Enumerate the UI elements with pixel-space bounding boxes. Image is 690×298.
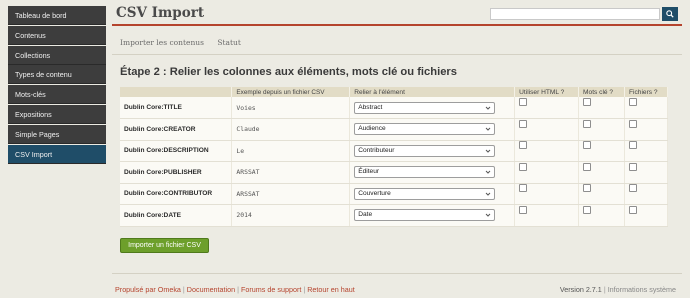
footer-links: Propulsé par Omeka | Documentation | Forums … <box>115 285 355 294</box>
use-html-checkbox[interactable] <box>519 119 528 128</box>
subnav-divider <box>112 54 682 55</box>
element-name: Dublin Core:TITLE <box>120 97 233 119</box>
step-title: Étape 2 : Relier les colonnes aux élémen… <box>120 66 457 78</box>
table-row: Dublin Core:CONTRIBUTOR ARSSAT Couverture <box>120 183 669 205</box>
files-checkbox[interactable] <box>628 98 637 106</box>
page-title: CSV Import <box>116 5 205 21</box>
sidebar: Tableau de bord Contenus Collections Typ… <box>8 6 106 164</box>
system-info-link[interactable]: Informations système <box>608 285 676 294</box>
use-html-checkbox[interactable] <box>519 184 528 193</box>
element-select[interactable]: Abstract <box>354 101 496 114</box>
files-checkbox[interactable] <box>628 162 637 171</box>
tags-checkbox[interactable] <box>583 184 592 193</box>
sidebar-item-dashboard[interactable]: Tableau de bord <box>8 6 106 25</box>
chevron-down-icon <box>485 126 491 132</box>
header: CSV Import <box>112 0 682 26</box>
element-select-value: Couverture <box>358 189 391 197</box>
header-files: Fichiers ? <box>624 87 669 97</box>
version-text: Version 2.7.1 <box>559 285 602 294</box>
example-value: Claude <box>231 118 351 141</box>
sidebar-item-tags[interactable]: Mots-clés <box>8 85 106 105</box>
element-select[interactable]: Couverture <box>354 187 496 200</box>
table-row: Dublin Core:DATE 2014 Date <box>120 204 669 227</box>
use-html-checkbox[interactable] <box>519 205 528 214</box>
use-html-checkbox[interactable] <box>519 98 528 106</box>
import-csv-button[interactable]: Importer un fichier CSV <box>120 238 209 253</box>
element-name: Dublin Core:CREATOR <box>120 118 233 141</box>
header-tags: Mots clé ? <box>578 87 625 97</box>
subnav-import-items[interactable]: Importer les contenus <box>120 38 204 47</box>
element-select-value: Contributeur <box>358 146 395 154</box>
search-icon <box>666 10 674 18</box>
chevron-down-icon <box>485 212 491 218</box>
element-select[interactable]: Éditeur <box>354 166 496 179</box>
header-example: Exemple depuis un fichier CSV <box>231 87 351 97</box>
tags-checkbox[interactable] <box>583 98 592 106</box>
chevron-down-icon <box>485 169 491 175</box>
example-value: 2014 <box>231 204 351 227</box>
tags-checkbox[interactable] <box>583 141 592 150</box>
subnav-status[interactable]: Statut <box>217 38 240 47</box>
subnav: Importer les contenus Statut <box>120 38 252 47</box>
tags-checkbox[interactable] <box>583 119 592 128</box>
footer-divider <box>112 273 682 274</box>
files-checkbox[interactable] <box>628 205 637 214</box>
element-name: Dublin Core:DATE <box>120 204 233 227</box>
footer-powered-link[interactable]: Propulsé par Omeka <box>115 285 181 294</box>
example-value: ARSSAT <box>231 183 351 205</box>
sidebar-item-item-types[interactable]: Types de contenu <box>8 65 106 85</box>
chevron-down-icon <box>485 191 491 197</box>
search-input[interactable] <box>490 8 660 20</box>
table-row: Dublin Core:TITLE Voies Abstract <box>120 97 669 119</box>
element-select[interactable]: Audience <box>354 123 496 136</box>
use-html-checkbox[interactable] <box>519 141 528 150</box>
element-select-value: Abstract <box>358 103 383 111</box>
files-checkbox[interactable] <box>628 141 637 150</box>
example-value: Le <box>231 140 351 162</box>
element-name: Dublin Core:PUBLISHER <box>120 161 233 184</box>
use-html-checkbox[interactable] <box>519 162 528 171</box>
example-value: ARSSAT <box>231 161 351 184</box>
table-row: Dublin Core:PUBLISHER ARSSAT Éditeur <box>120 161 669 184</box>
tags-checkbox[interactable] <box>583 205 592 214</box>
element-name: Dublin Core:CONTRIBUTOR <box>120 183 233 205</box>
sidebar-item-exhibits[interactable]: Expositions <box>8 104 106 124</box>
header-use-html: Utiliser HTML ? <box>514 87 580 97</box>
element-select[interactable]: Date <box>354 209 496 222</box>
chevron-down-icon <box>485 105 491 111</box>
footer-version: Version 2.7.1 | Informations système <box>559 285 676 294</box>
element-select-value: Date <box>358 211 373 219</box>
sidebar-item-items[interactable]: Contenus <box>8 25 106 45</box>
table-row: Dublin Core:CREATOR Claude Audience <box>120 118 669 141</box>
element-select-value: Éditeur <box>358 168 380 176</box>
header-element <box>120 87 233 97</box>
header-map-to: Relier à l'élément <box>349 87 516 97</box>
table-header-row: Exemple depuis un fichier CSV Relier à l… <box>120 87 669 97</box>
mapping-table: Exemple depuis un fichier CSV Relier à l… <box>120 87 669 227</box>
footer-documentation-link[interactable]: Documentation <box>187 285 235 294</box>
search-button[interactable] <box>662 7 678 21</box>
files-checkbox[interactable] <box>628 184 637 193</box>
footer-back-to-top-link[interactable]: Retour en haut <box>307 285 355 294</box>
chevron-down-icon <box>485 148 491 154</box>
footer-support-link[interactable]: Forums de support <box>241 285 301 294</box>
sidebar-item-collections[interactable]: Collections <box>8 45 106 65</box>
element-select[interactable]: Contributeur <box>354 144 496 157</box>
sidebar-item-simple-pages[interactable]: Simple Pages <box>8 124 106 144</box>
element-name: Dublin Core:DESCRIPTION <box>120 140 233 162</box>
tags-checkbox[interactable] <box>583 162 592 171</box>
files-checkbox[interactable] <box>628 119 637 128</box>
example-value: Voies <box>231 97 351 119</box>
element-select-value: Audience <box>358 125 386 133</box>
table-row: Dublin Core:DESCRIPTION Le Contributeur <box>120 140 669 162</box>
sidebar-item-csv-import[interactable]: CSV Import <box>8 144 106 164</box>
